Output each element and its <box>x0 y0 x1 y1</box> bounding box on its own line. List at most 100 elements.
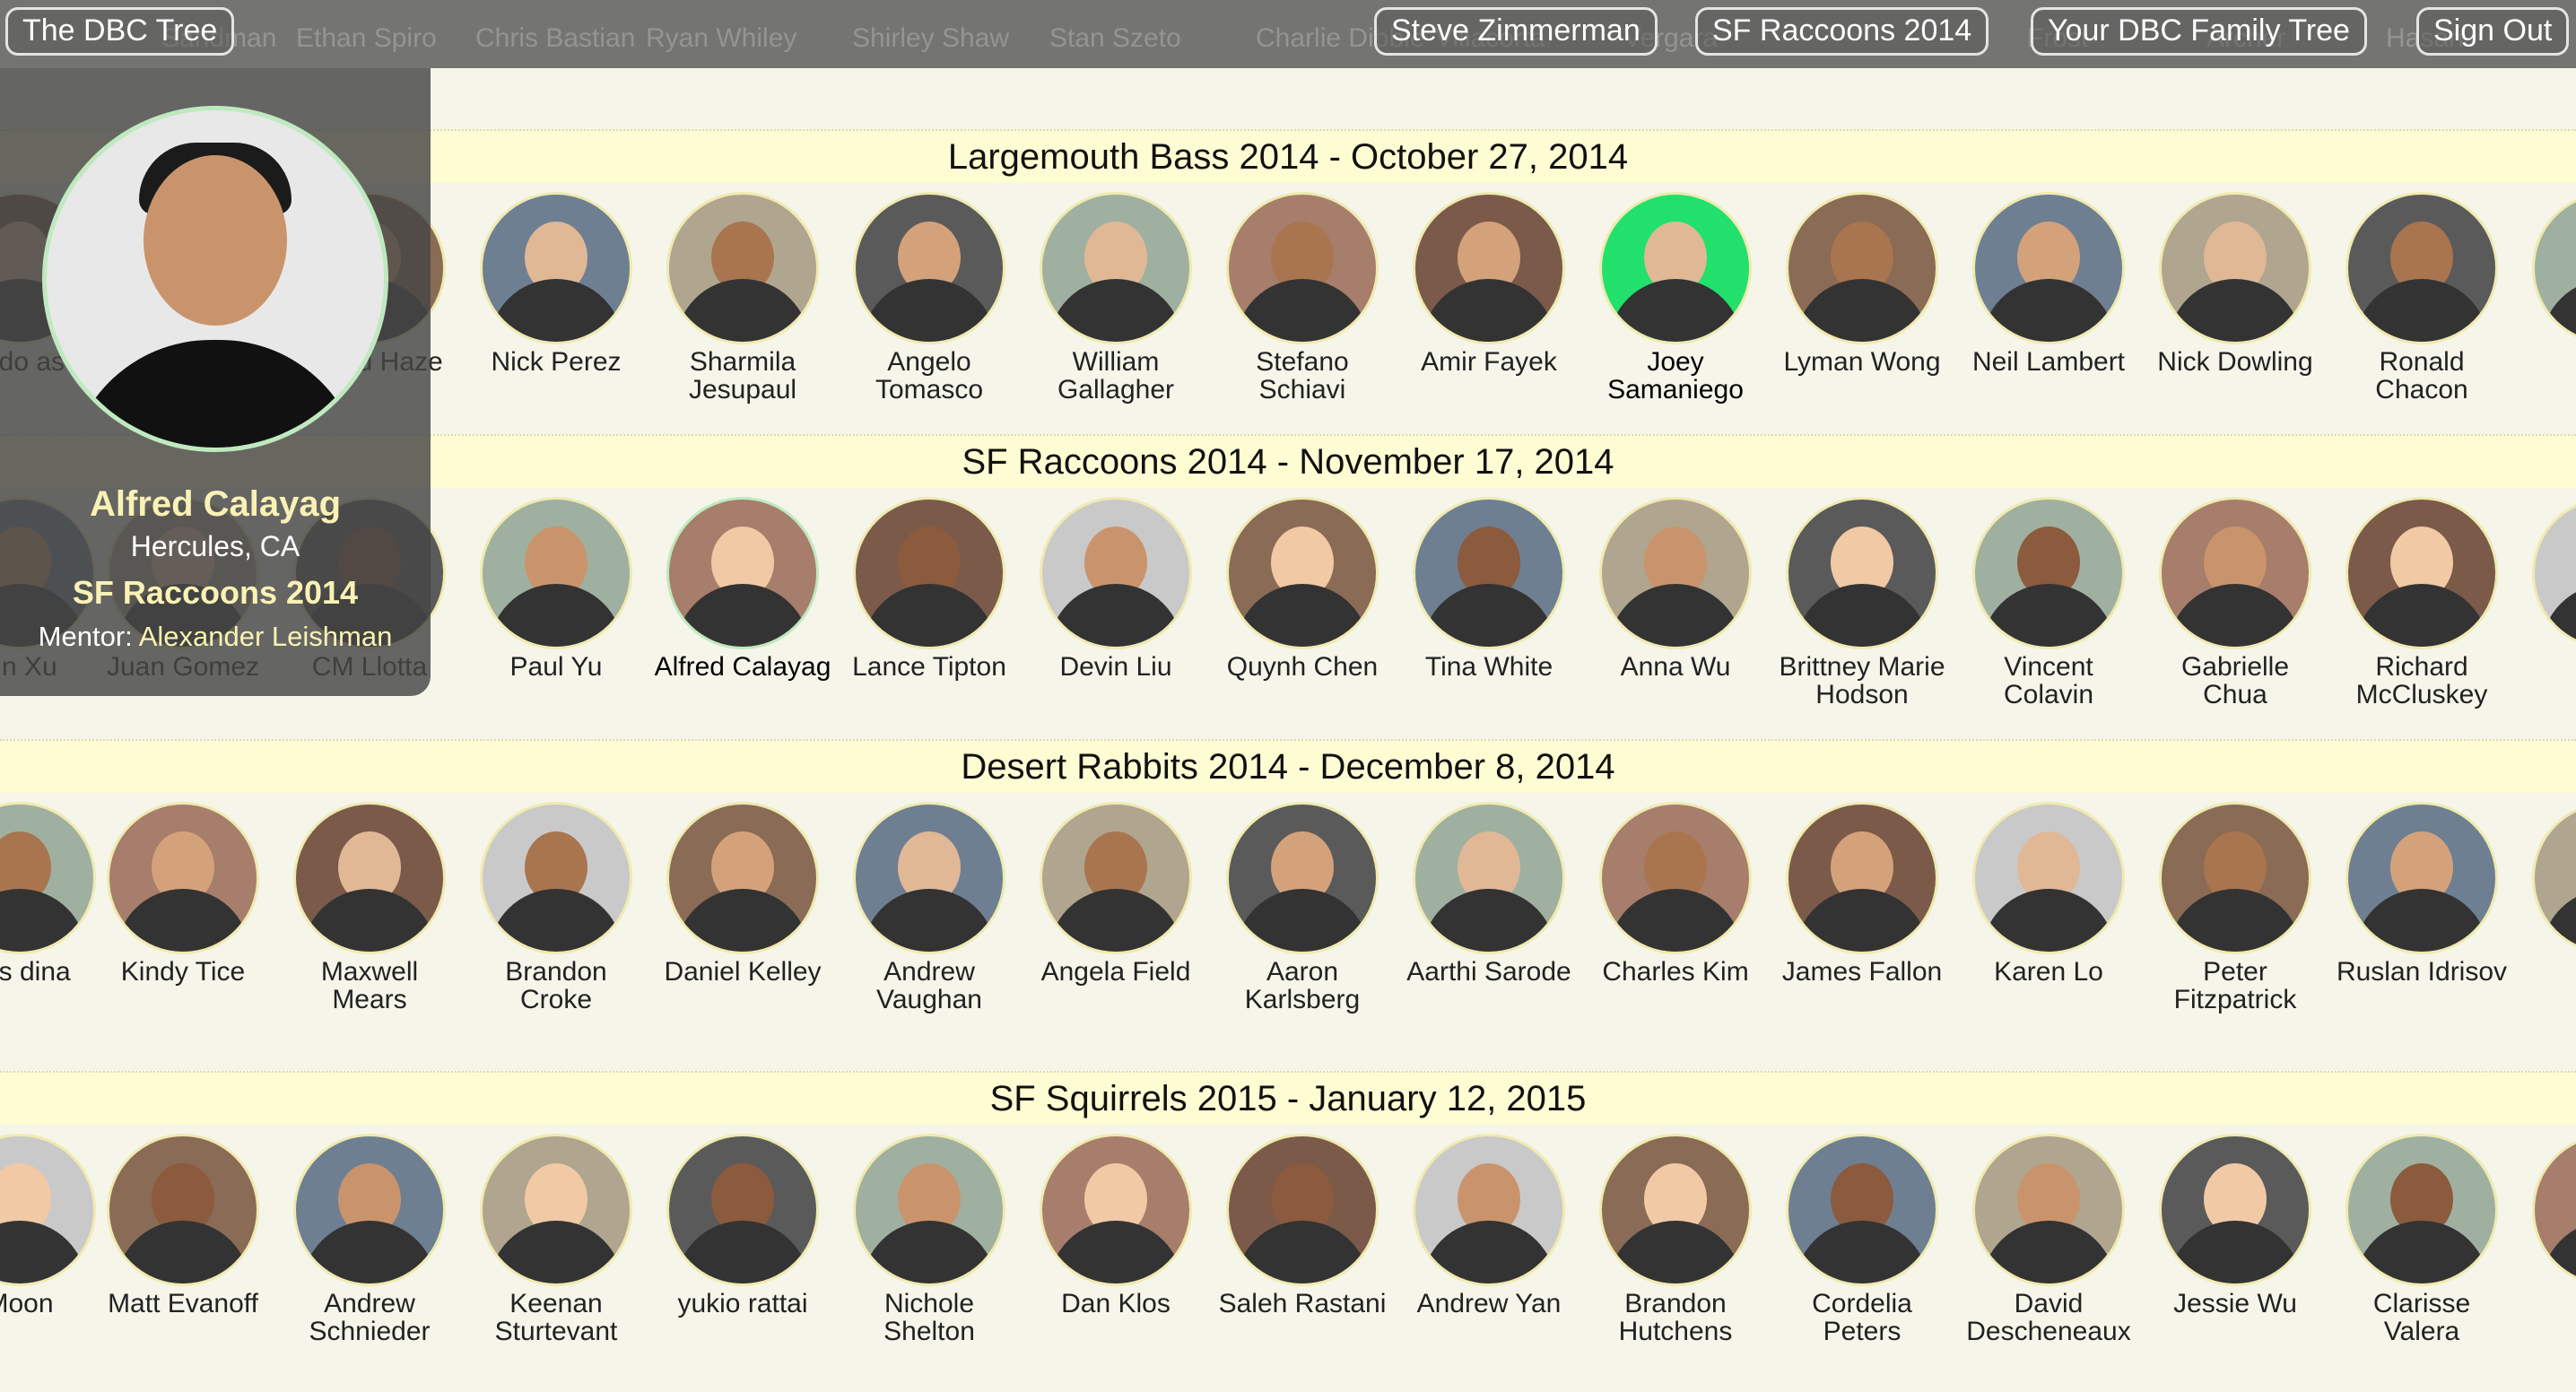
member-card[interactable]: Dan Klos <box>1026 1134 1205 1318</box>
member-avatar[interactable] <box>2345 802 2498 954</box>
member-card[interactable]: Sharmila Jesupaul <box>653 192 832 404</box>
cohort-header[interactable]: Desert Rabbits 2014 - December 8, 2014 <box>0 739 2576 793</box>
member-name[interactable]: M <box>2519 1290 2576 1318</box>
member-name[interactable]: Quynh Chen <box>1213 653 1392 681</box>
member-avatar[interactable] <box>0 1134 96 1286</box>
member-avatar[interactable] <box>480 802 632 954</box>
member-card[interactable]: James Fallon <box>1772 802 1952 986</box>
member-card[interactable]: Ronald Chacon <box>2332 192 2511 404</box>
member-avatar[interactable] <box>1599 497 1752 649</box>
member-name[interactable]: Anna Wu <box>1586 653 1765 681</box>
member-card[interactable]: Lance Tipton <box>840 497 1019 681</box>
member-avatar[interactable] <box>2345 497 2498 649</box>
member-avatar[interactable] <box>2532 497 2576 649</box>
member-name[interactable]: Tina White <box>1399 653 1579 681</box>
member-name[interactable]: Clarisse Valera <box>2332 1290 2511 1345</box>
member-name[interactable]: Andrew Vaughan <box>840 958 1019 1014</box>
member-avatar[interactable] <box>480 1134 632 1286</box>
member-card[interactable]: Andrew Schnieder <box>280 1134 459 1345</box>
member-name[interactable]: Nick Dowling <box>2145 348 2325 376</box>
member-avatar[interactable] <box>480 192 632 344</box>
member-name[interactable]: Andrew Yan <box>1399 1290 1579 1318</box>
family-tree-button[interactable]: Your DBC Family Tree <box>2031 7 2367 56</box>
member-avatar[interactable] <box>2159 802 2311 954</box>
profile-avatar[interactable] <box>42 106 388 452</box>
member-avatar[interactable] <box>107 1134 259 1286</box>
member-card[interactable]: Nick Perez <box>466 192 646 376</box>
member-card[interactable]: Chr <box>2519 192 2576 376</box>
member-name[interactable]: Jessie Wu <box>2145 1290 2325 1318</box>
member-card[interactable]: Andrew Yan <box>1399 1134 1579 1318</box>
member-card[interactable]: Saleh Rastani <box>1213 1134 1392 1318</box>
member-name[interactable]: Sharmila Jesupaul <box>653 348 832 404</box>
member-avatar[interactable] <box>1786 802 1938 954</box>
member-card[interactable]: Tina White <box>1399 497 1579 681</box>
member-card[interactable]: Ruslan Idrisov <box>2332 802 2511 986</box>
member-avatar[interactable] <box>2159 497 2311 649</box>
member-name[interactable]: Aarthi Sarode <box>1399 958 1579 986</box>
member-name[interactable]: Maxwell Mears <box>280 958 459 1014</box>
member-avatar[interactable] <box>666 802 819 954</box>
member-card[interactable]: Cordelia Peters <box>1772 1134 1952 1345</box>
member-avatar[interactable] <box>1972 802 2125 954</box>
member-avatar[interactable] <box>2532 802 2576 954</box>
member-avatar[interactable] <box>1226 497 1379 649</box>
member-name[interactable]: yukio rattai <box>653 1290 832 1318</box>
member-name[interactable]: William Gallagher <box>1026 348 1205 404</box>
member-name[interactable]: Andrew Schnieder <box>280 1290 459 1345</box>
member-card[interactable]: Lyman Wong <box>1772 192 1952 376</box>
member-card[interactable]: M <box>2519 1134 2576 1318</box>
member-name[interactable]: Lyman Wong <box>1772 348 1952 376</box>
member-card[interactable]: Jessie Wu <box>2145 1134 2325 1318</box>
member-card[interactable]: Charles Kim <box>1586 802 1765 986</box>
member-name[interactable]: M V <box>2519 958 2576 986</box>
member-name[interactable]: Charles Kim <box>1586 958 1765 986</box>
member-name[interactable]: Angelo Tomasco <box>840 348 1019 404</box>
member-name[interactable]: Joey Samaniego <box>1586 348 1765 404</box>
member-card[interactable]: yukio rattai <box>653 1134 832 1318</box>
member-name[interactable]: Nichole Shelton <box>840 1290 1019 1345</box>
member-avatar[interactable] <box>2345 192 2498 344</box>
member-avatar[interactable] <box>666 497 819 649</box>
member-card[interactable]: Aarthi Sarode <box>1399 802 1579 986</box>
member-avatar[interactable] <box>1599 802 1752 954</box>
member-card[interactable]: Stefano Schiavi <box>1213 192 1392 404</box>
member-avatar[interactable] <box>1786 497 1938 649</box>
member-avatar[interactable] <box>1040 497 1192 649</box>
mentor-link[interactable]: Alexander Leishman <box>139 621 393 652</box>
member-avatar[interactable] <box>853 1134 1005 1286</box>
member-name[interactable]: Nick Perez <box>466 348 646 376</box>
member-card[interactable]: Daniel Kelley <box>653 802 832 986</box>
member-name[interactable]: Stefano Schiavi <box>1213 348 1392 404</box>
cohort-button[interactable]: SF Raccoons 2014 <box>1695 7 1989 56</box>
member-avatar[interactable] <box>107 802 259 954</box>
member-avatar[interactable] <box>1413 802 1565 954</box>
member-avatar[interactable] <box>293 1134 446 1286</box>
member-avatar[interactable] <box>1786 1134 1938 1286</box>
member-name[interactable]: Brandon Hutchens <box>1586 1290 1765 1345</box>
member-card[interactable]: Brittney Marie Hodson <box>1772 497 1952 709</box>
member-card[interactable]: Angela Field <box>1026 802 1205 986</box>
member-name[interactable]: Daniel Kelley <box>653 958 832 986</box>
member-name[interactable]: Vincent Colavin <box>1959 653 2138 709</box>
member-card[interactable]: David Descheneaux <box>1959 1134 2138 1345</box>
member-card[interactable]: Karen Lo <box>1959 802 2138 986</box>
member-name[interactable]: Dan Klos <box>1026 1290 1205 1318</box>
member-name[interactable]: Ronald Chacon <box>2332 348 2511 404</box>
member-card[interactable]: Matt Evanoff <box>93 1134 273 1318</box>
member-name[interactable]: Richard McCluskey <box>2332 653 2511 709</box>
member-name[interactable]: Saleh Rastani <box>1213 1290 1392 1318</box>
member-card[interactable]: Brandon Hutchens <box>1586 1134 1765 1345</box>
member-avatar[interactable] <box>1972 497 2125 649</box>
member-avatar[interactable] <box>1972 1134 2125 1286</box>
member-avatar[interactable] <box>1226 1134 1379 1286</box>
member-name[interactable]: Lance Tipton <box>840 653 1019 681</box>
sign-out-button[interactable]: Sign Out <box>2416 7 2570 56</box>
member-card[interactable]: M V <box>2519 802 2576 986</box>
member-card[interactable]: Paul Yu <box>466 497 646 681</box>
member-name[interactable]: Angela Field <box>1026 958 1205 986</box>
member-name[interactable]: Chr <box>2519 348 2576 376</box>
member-avatar[interactable] <box>480 497 632 649</box>
member-avatar[interactable] <box>1413 497 1565 649</box>
member-name[interactable]: Matt Evanoff <box>93 1290 273 1318</box>
